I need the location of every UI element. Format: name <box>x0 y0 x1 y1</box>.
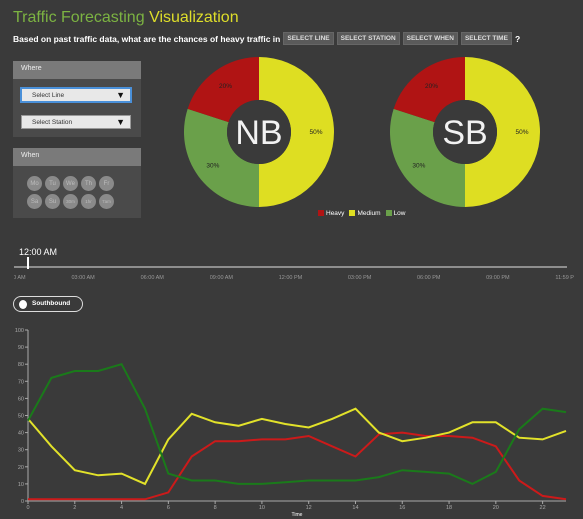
where-heading: Where <box>13 61 141 79</box>
y-tick-label: 60 <box>18 396 24 402</box>
donut-center-label: SB <box>442 114 487 152</box>
y-tick-label: 10 <box>18 482 24 488</box>
series-line <box>27 363 567 486</box>
station-select-value: Select Station <box>32 119 73 126</box>
where-panel: Where Select Line ▼ Select Station ▼ <box>13 61 141 137</box>
duration-button[interactable]: 7am <box>99 194 114 209</box>
dropdown-arrow-icon: ▼ <box>116 90 125 100</box>
series-line <box>27 407 567 486</box>
station-select[interactable]: Select Station ▼ <box>21 115 131 129</box>
question-prefix: Based on past traffic data, what are the… <box>13 33 281 44</box>
day-selector: Mo Tu We Th Fr Sa Su 30m 1hr 7am <box>27 176 129 209</box>
line-select[interactable]: Select Line ▼ <box>21 88 131 102</box>
x-axis-label: Time <box>292 512 303 518</box>
x-tick-label: 12 <box>306 505 312 511</box>
duration-button[interactable]: 30m <box>63 194 78 209</box>
x-tick-label: 0 <box>26 505 29 511</box>
legend-heavy: Heavy <box>318 210 344 217</box>
dropdown-arrow-icon: ▼ <box>116 117 125 127</box>
y-tick-label: 100 <box>15 328 24 334</box>
nb-donut-chart: 50% 30% 20% NB <box>184 57 334 207</box>
select-when-chip[interactable]: SELECT WHEN <box>402 32 458 45</box>
y-tick-label: 70 <box>18 379 24 385</box>
day-button[interactable]: We <box>63 176 78 191</box>
x-tick-label: 8 <box>214 505 217 511</box>
day-button[interactable]: Fr <box>99 176 114 191</box>
when-panel: When Mo Tu We Th Fr Sa Su 30m 1hr 7am <box>13 148 141 218</box>
donut-center-label: NB <box>235 114 282 152</box>
title-part-1: Traffic Forecasting <box>13 9 145 26</box>
y-tick-label: 0 <box>21 499 24 505</box>
question-line: Based on past traffic data, what are the… <box>13 32 520 45</box>
donut-slice-label: 50% <box>515 129 528 136</box>
slider-tick-label: 06:00 AM <box>141 275 165 281</box>
duration-button[interactable]: 1hr <box>81 194 96 209</box>
direction-toggle[interactable]: Southbound <box>13 296 83 312</box>
select-time-chip[interactable]: SELECT TIME <box>460 32 512 45</box>
y-tick-label: 90 <box>18 345 24 351</box>
select-line-chip[interactable]: SELECT LINE <box>283 32 334 45</box>
donut-slice-label: 20% <box>219 83 232 90</box>
y-tick-label: 30 <box>18 448 24 454</box>
donut-slice-label: 20% <box>425 83 438 90</box>
slider-tick-label: 03:00 PM <box>348 275 372 281</box>
y-tick-label: 20 <box>18 465 24 471</box>
x-tick-label: 6 <box>167 505 170 511</box>
y-tick-label: 40 <box>18 431 24 437</box>
donut-slice-label: 30% <box>206 163 219 170</box>
slider-tick-label: 12:00 AM <box>14 275 26 281</box>
toggle-knob <box>19 300 27 309</box>
legend-medium: Medium <box>349 210 381 217</box>
when-heading: When <box>13 148 141 166</box>
donut-slice-label: 50% <box>309 129 322 136</box>
x-tick-label: 4 <box>120 505 123 511</box>
x-tick-label: 2 <box>73 505 76 511</box>
sb-donut-chart: 50% 30% 20% SB <box>390 57 540 207</box>
x-tick-label: 10 <box>259 505 265 511</box>
time-slider[interactable]: 12:00 AM 03:00 AM 06:00 AM 09:00 AM 12:00 PM… <box>14 255 574 285</box>
direction-toggle-label: Southbound <box>32 300 71 307</box>
y-tick-label: 50 <box>18 414 24 420</box>
x-tick-label: 18 <box>446 505 452 511</box>
app-title: Traffic Forecasting Visualization <box>13 9 239 27</box>
series-line <box>28 431 567 501</box>
x-tick-label: 14 <box>352 505 358 511</box>
line-select-value: Select Line <box>32 92 65 99</box>
day-button[interactable]: Mo <box>27 176 42 191</box>
day-button[interactable]: Tu <box>45 176 60 191</box>
donut-legend: Heavy Medium Low <box>318 210 406 217</box>
legend-low: Low <box>385 210 406 217</box>
slider-tick-label: 11:59 PM <box>555 275 574 281</box>
day-button[interactable]: Sa <box>27 194 42 209</box>
traffic-line-chart: 0 10 20 30 40 50 60 70 80 90 100 0 2 4 6 8 10 12 14 16 18 20 2… <box>15 328 567 518</box>
slider-tick-label: 06:00 PM <box>417 275 441 281</box>
day-button[interactable]: Su <box>45 194 60 209</box>
title-part-2: Visualization <box>149 9 239 26</box>
donut-slice-label: 30% <box>412 163 425 170</box>
x-tick-label: 20 <box>493 505 499 511</box>
slider-tick-label: 09:00 AM <box>210 275 234 281</box>
select-station-chip[interactable]: SELECT STATION <box>336 32 400 45</box>
day-button[interactable]: Th <box>81 176 96 191</box>
x-tick-label: 22 <box>540 505 546 511</box>
y-tick-label: 80 <box>18 362 24 368</box>
question-suffix: ? <box>514 33 521 44</box>
x-tick-label: 16 <box>399 505 405 511</box>
slider-tick-label: 03:00 AM <box>72 275 96 281</box>
slider-tick-label: 12:00 PM <box>279 275 303 281</box>
slider-tick-label: 09:00 PM <box>486 275 510 281</box>
